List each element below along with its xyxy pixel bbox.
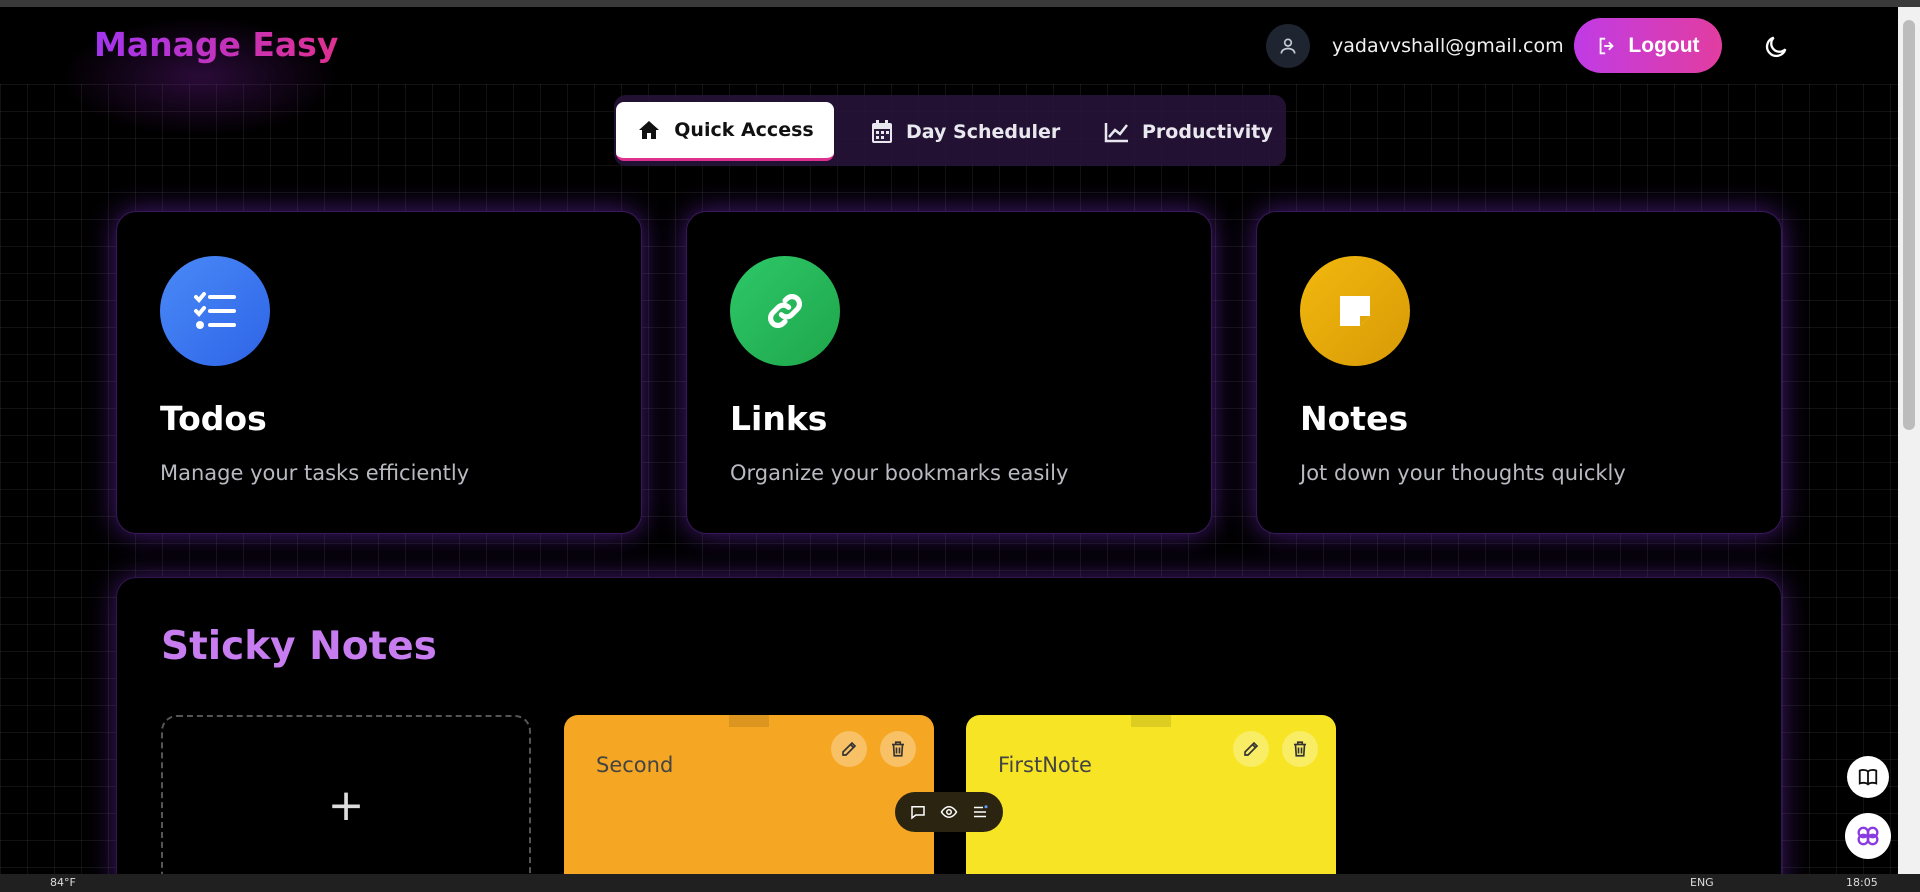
floating-toolbar [895,792,1003,832]
pencil-icon [842,741,857,756]
card-desc: Manage your tasks efficiently [160,461,470,485]
tab-bar: Quick Access Day Scheduler Productivity [614,95,1286,166]
home-icon [639,121,660,139]
language-indicator[interactable]: ENG [1690,876,1714,889]
user-email: yadavvshall@gmail.com [1332,35,1564,57]
avatar[interactable] [1266,24,1310,68]
card-notes[interactable]: Notes Jot down your thoughts quickly [1256,211,1782,534]
trash-icon [1294,741,1306,757]
pencil-icon [1244,741,1259,756]
card-desc: Organize your bookmarks easily [730,461,1069,485]
trash-icon [892,741,904,757]
book-icon [1858,769,1878,786]
logout-label: Logout [1628,33,1700,57]
card-icon-circle [730,256,840,366]
card-icon-circle [1300,256,1410,366]
note-text: Second [596,753,674,777]
edit-note-button[interactable] [1233,731,1269,767]
delete-note-button[interactable] [880,731,916,767]
sticky-notes-panel: Sticky Notes + Second FirstNote [116,577,1782,892]
edit-note-button[interactable] [831,731,867,767]
comment-icon[interactable] [909,803,927,821]
brand-logo[interactable]: Manage Easy [94,25,338,64]
note-tape [729,715,769,727]
tab-label: Day Scheduler [906,120,1061,143]
plus-icon: + [327,779,365,831]
ai-assistant-button[interactable] [1845,813,1891,859]
note-text: FirstNote [998,753,1092,777]
tab-day-scheduler[interactable]: Day Scheduler [870,102,1060,161]
tab-quick-access[interactable]: Quick Access [616,102,834,161]
theme-toggle-button[interactable] [1762,33,1790,61]
clock-text: 18:05 [1846,876,1878,889]
brain-icon [1857,826,1879,846]
header: Manage Easy yadavvshall@gmail.com Logout [0,7,1898,137]
card-desc: Jot down your thoughts quickly [1300,461,1626,485]
tab-label: Quick Access [674,119,814,141]
sticky-note-first[interactable]: FirstNote [966,715,1336,892]
user-icon [1280,38,1296,54]
os-taskbar: 84°F ENG 18:05 [0,874,1920,892]
browser-top-edge [0,0,1920,7]
tab-productivity[interactable]: Productivity [1104,102,1273,161]
note-tape [1131,715,1171,727]
card-links[interactable]: Links Organize your bookmarks easily [686,211,1212,534]
moon-icon [1765,36,1787,58]
sticky-note-icon [1340,296,1370,326]
section-title: Sticky Notes [161,624,437,669]
card-todos[interactable]: Todos Manage your tasks efficiently [116,211,642,534]
list-icon[interactable] [971,803,989,821]
card-title: Links [730,399,828,438]
add-note-button[interactable]: + [161,715,531,892]
card-icon-circle [160,256,270,366]
card-title: Todos [160,399,267,438]
sticky-note-second[interactable]: Second [564,715,934,892]
checklist-icon [194,292,236,329]
logout-button[interactable]: Logout [1574,18,1722,73]
scrollbar-thumb[interactable] [1903,20,1915,430]
eye-icon[interactable] [940,803,958,821]
delete-note-button[interactable] [1282,731,1318,767]
link-icon [768,294,802,328]
card-title: Notes [1300,399,1409,438]
reading-mode-button[interactable] [1847,756,1889,798]
calendar-icon [872,119,892,143]
weather-text: 84°F [50,876,76,889]
logout-icon [1600,37,1615,54]
chart-line-icon [1104,122,1128,142]
tab-label: Productivity [1142,120,1273,143]
